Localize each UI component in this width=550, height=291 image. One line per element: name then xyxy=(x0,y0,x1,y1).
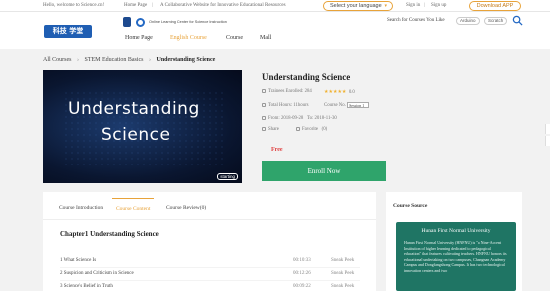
enroll-now-button[interactable]: Enroll Now xyxy=(262,161,386,181)
top-bar: Hello, welcome to Science.cn! Home Page … xyxy=(0,0,550,12)
rating-value: 0.0 xyxy=(348,90,355,95)
user-icon xyxy=(262,89,266,93)
language-label: Select your language xyxy=(330,3,382,9)
trainees-value: 284 xyxy=(304,89,312,95)
share-icon xyxy=(262,127,266,131)
chapter-title: Chapter1 Understanding Science xyxy=(60,230,159,238)
search-label: Search for Courses You Like xyxy=(387,18,445,23)
tab-course-introduction[interactable]: Course Introduction xyxy=(59,198,103,219)
from-label: From: xyxy=(268,116,280,122)
tabs-divider xyxy=(43,219,376,220)
breadcrumb-stem[interactable]: STEM Education Basics xyxy=(85,57,144,63)
sneak-peek-link[interactable]: Sneak Peek xyxy=(331,284,354,289)
to-row: To: 2018-11-30 xyxy=(307,116,337,121)
hours-label: Total Hours: xyxy=(268,103,293,109)
nav-course[interactable]: Course xyxy=(226,35,243,41)
breadcrumb: All Courses › STEM Education Basics › Un… xyxy=(43,57,215,63)
tab-course-review[interactable]: Course Review(0) xyxy=(166,198,206,219)
hours-row: Total Hours: 11hours xyxy=(262,103,309,108)
calendar-icon xyxy=(262,116,266,120)
search-icon[interactable] xyxy=(512,15,523,26)
signin-link[interactable]: Sign in xyxy=(406,3,420,8)
download-app-button[interactable]: Download APP xyxy=(469,1,521,11)
course-source-title: Course Source xyxy=(393,203,428,209)
course-source-panel: Course Source Hunan First Normal Univers… xyxy=(386,192,522,291)
chevron-down-icon: ▾ xyxy=(384,3,387,9)
circle-logo-icon xyxy=(135,17,145,27)
chevron-right-icon: › xyxy=(149,57,151,63)
cover-badge: starting xyxy=(217,173,238,180)
chevron-right-icon: › xyxy=(77,57,79,63)
language-select[interactable]: Select your language ▾ xyxy=(323,1,393,11)
tag-arduino[interactable]: Arduino xyxy=(456,17,480,25)
auth-separator: | xyxy=(424,3,426,8)
signup-link[interactable]: Sign up xyxy=(431,3,446,8)
partner-text: Online Learning Center for Science Instr… xyxy=(149,20,227,24)
lesson-title: 1 What Science Is xyxy=(60,258,97,263)
favorite-label: Favorite xyxy=(302,127,318,133)
cover-title-line1: Understanding xyxy=(68,99,200,119)
course-no-label: Course No. xyxy=(324,103,346,109)
welcome-text: Hello, welcome to Science.cn! xyxy=(43,3,105,8)
lesson-title: 2 Suspicion and Criticism in Science xyxy=(60,271,134,276)
course-cover-image[interactable]: Understanding Science starting xyxy=(43,70,242,183)
from-row: From: 2018-09-28 xyxy=(262,116,303,121)
site-header: 科技 学堂 Online Learning Center for Science… xyxy=(0,12,550,49)
site-logo[interactable]: 科技 学堂 xyxy=(44,25,92,38)
favorite-count: (0) xyxy=(321,127,328,133)
course-content-panel: Course Introduction Course Content Cours… xyxy=(43,192,376,291)
side-tool-button[interactable] xyxy=(545,136,550,146)
school-description: Hunan First Normal University (HNFNU) is… xyxy=(404,240,507,273)
course-title: Understanding Science xyxy=(262,72,351,82)
breadcrumb-all-courses[interactable]: All Courses xyxy=(43,57,72,63)
to-label: To: xyxy=(307,116,314,121)
trainees-row: Trainees Enrolled: 284 xyxy=(262,89,312,94)
course-info: Understanding Science Trainees Enrolled:… xyxy=(262,70,386,183)
hours-value: 11hours xyxy=(293,103,309,109)
top-separator: | xyxy=(152,3,154,8)
lesson-duration: 00:12:26 xyxy=(293,271,311,276)
session-select[interactable]: Session 1 xyxy=(347,102,370,108)
rating-stars-icon: ★★★★★ xyxy=(324,90,347,95)
nav-english-course[interactable]: English Course xyxy=(170,35,207,41)
shield-logo-icon xyxy=(123,17,131,27)
lesson-row[interactable]: 1 What Science Is 00:10:33 Sneak Peek xyxy=(60,255,360,268)
side-tool-button[interactable] xyxy=(545,124,550,134)
collab-text: A Collaborative Website for Innovative E… xyxy=(160,3,286,8)
clock-icon xyxy=(262,103,266,107)
trainees-label: Trainees Enrolled: xyxy=(268,89,304,95)
tab-course-content[interactable]: Course Content xyxy=(112,198,155,219)
nav-home[interactable]: Home Page xyxy=(125,35,153,41)
favorite-button[interactable]: Favorite (0) xyxy=(296,127,327,132)
course-no-row: Course No. Session 1 xyxy=(324,102,370,109)
school-card[interactable]: Hunan First Normal University Hunan Firs… xyxy=(396,222,516,291)
lesson-row[interactable]: 3 Science's Belief in Truth 00:09:22 Sne… xyxy=(60,281,360,291)
lesson-duration: 00:10:33 xyxy=(293,258,311,263)
lesson-row[interactable]: 2 Suspicion and Criticism in Science 00:… xyxy=(60,268,360,281)
breadcrumb-current: Understanding Science xyxy=(156,57,216,63)
share-button[interactable]: Share xyxy=(262,127,279,132)
top-home-link[interactable]: Home Page xyxy=(124,3,147,8)
sneak-peek-link[interactable]: Sneak Peek xyxy=(331,271,354,276)
tag-scratch[interactable]: Scratch xyxy=(484,17,508,25)
floating-side-tools[interactable] xyxy=(545,124,550,160)
school-name: Hunan First Normal University xyxy=(421,228,491,234)
nav-mall[interactable]: Mall xyxy=(260,35,271,41)
price-label: Free xyxy=(271,147,283,153)
to-value: 2018-11-30 xyxy=(314,116,337,121)
lesson-duration: 00:09:22 xyxy=(293,284,311,289)
lesson-title: 3 Science's Belief in Truth xyxy=(60,284,113,289)
sneak-peek-link[interactable]: Sneak Peek xyxy=(331,258,354,263)
partner-logos: Online Learning Center for Science Instr… xyxy=(123,17,227,27)
rating-row: ★★★★★ 0.0 xyxy=(324,89,355,95)
cover-title-line2: Science xyxy=(101,125,171,145)
from-value: 2018-09-28 xyxy=(280,116,304,122)
share-label: Share xyxy=(268,127,279,133)
heart-icon xyxy=(296,127,300,131)
